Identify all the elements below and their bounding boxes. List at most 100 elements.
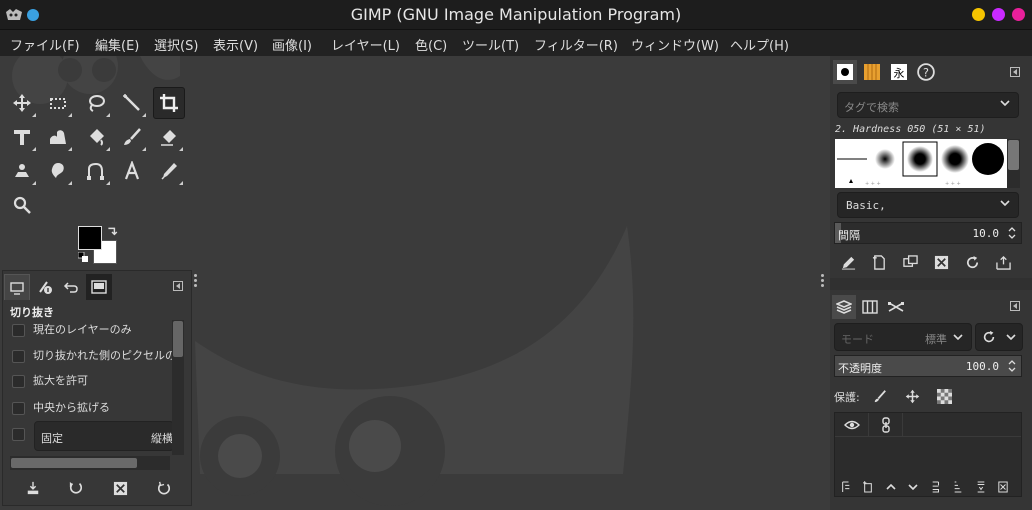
duplicate-layer-button[interactable] — [926, 477, 946, 497]
visibility-column[interactable] — [835, 413, 869, 437]
option-delete-cropped-pixels[interactable]: 切り抜かれた側のピクセルの — [12, 347, 176, 363]
menu-filters[interactable]: フィルター(R) — [534, 35, 618, 54]
menu-select[interactable]: 選択(S) — [154, 35, 198, 54]
lock-pixels-button[interactable] — [870, 386, 890, 406]
scrollbar-thumb[interactable] — [11, 458, 137, 468]
delete-options-button[interactable] — [109, 478, 131, 498]
checkbox[interactable] — [12, 401, 25, 415]
delete-brush-button[interactable] — [931, 252, 951, 272]
composite-mode-combo[interactable] — [975, 323, 1023, 351]
paths-tool[interactable] — [80, 155, 112, 187]
menu-color[interactable]: 色(C) — [415, 35, 447, 54]
spin-arrows-icon[interactable] — [1007, 358, 1017, 374]
open-as-image-button[interactable] — [993, 252, 1013, 272]
new-layer-button[interactable] — [858, 477, 878, 497]
fixed-checkbox[interactable] — [12, 428, 25, 441]
panel-resize-handle[interactable] — [821, 272, 825, 289]
menu-help[interactable]: ヘルプ(H) — [730, 35, 789, 54]
lower-layer-button[interactable] — [903, 477, 923, 497]
brush-grid[interactable]: + + + + + + — [835, 139, 1007, 188]
fuzzy-select-tool[interactable] — [116, 87, 148, 119]
restore-options-button[interactable] — [65, 478, 87, 498]
eraser-tool[interactable] — [153, 121, 185, 153]
option-allow-growing[interactable]: 拡大を許可 — [12, 372, 88, 388]
edit-brush-button[interactable] — [838, 252, 858, 272]
spin-arrows-icon[interactable] — [1007, 225, 1017, 241]
anchor-layer-button[interactable] — [948, 477, 968, 497]
layer-mode-combo[interactable]: モード 標準 — [834, 323, 972, 351]
menu-tools[interactable]: ツール(T) — [462, 35, 519, 54]
mode-value: 標準 — [925, 333, 947, 346]
tab-fonts[interactable]: 永 — [887, 60, 911, 84]
tab-images[interactable] — [86, 274, 112, 300]
menu-layer[interactable]: レイヤー(L) — [331, 35, 400, 54]
tab-paths[interactable] — [884, 295, 908, 319]
foreground-color[interactable] — [78, 226, 102, 250]
maximize-button[interactable] — [992, 8, 1005, 21]
fixed-aspect-combo[interactable]: 固定 縦横 — [34, 421, 174, 451]
panel-menu-icon[interactable] — [1010, 301, 1020, 311]
rect-select-tool[interactable] — [42, 87, 74, 119]
fg-bg-color-swatch[interactable] — [78, 226, 122, 266]
merge-layer-button[interactable] — [971, 477, 991, 497]
scrollbar-thumb[interactable] — [1008, 140, 1019, 170]
lock-alpha-button[interactable] — [934, 386, 954, 406]
brush-preset-combo[interactable]: Basic, — [837, 192, 1019, 218]
checkbox[interactable] — [12, 349, 25, 363]
menu-windows[interactable]: ウィンドウ(W) — [631, 35, 719, 54]
opacity-spinner[interactable]: 不透明度 100.0 — [834, 355, 1022, 377]
checkbox[interactable] — [12, 374, 25, 388]
tab-tool-options[interactable] — [4, 274, 30, 300]
brush-grid-scrollbar[interactable] — [1007, 139, 1020, 188]
tab-document-history[interactable]: ? — [914, 60, 938, 84]
menu-view[interactable]: 表示(V) — [213, 35, 258, 54]
move-tool[interactable] — [6, 87, 38, 119]
lock-position-button[interactable] — [902, 386, 922, 406]
reset-options-button[interactable] — [153, 478, 175, 498]
bucket-fill-tool[interactable] — [80, 121, 112, 153]
swap-colors-icon[interactable] — [106, 226, 118, 238]
scrollbar-thumb[interactable] — [173, 321, 183, 357]
tab-layers[interactable] — [832, 295, 856, 319]
raise-layer-button[interactable] — [881, 477, 901, 497]
menu-edit[interactable]: 編集(E) — [95, 35, 139, 54]
spacing-spinner[interactable]: 間隔 10.0 — [834, 222, 1022, 244]
tab-device-status[interactable] — [32, 274, 58, 300]
default-colors-icon[interactable] — [78, 252, 88, 262]
paintbrush-tool[interactable] — [116, 121, 148, 153]
dock-separator-handle[interactable] — [920, 282, 940, 297]
warp-tool[interactable] — [42, 121, 74, 153]
save-options-button[interactable] — [22, 478, 44, 498]
option-expand-from-center[interactable]: 中央から拡げる — [12, 399, 110, 415]
text-tool[interactable] — [116, 155, 148, 187]
refresh-brushes-button[interactable] — [962, 252, 982, 272]
checkbox[interactable] — [12, 323, 25, 337]
options-horizontal-scrollbar[interactable] — [10, 456, 170, 470]
panel-menu-icon[interactable] — [1010, 67, 1020, 77]
tab-undo-history[interactable] — [58, 274, 84, 300]
close-button[interactable] — [1012, 8, 1025, 21]
zoom-tool[interactable] — [6, 189, 38, 221]
link-column[interactable] — [869, 413, 903, 437]
minimize-button[interactable] — [972, 8, 985, 21]
menu-file[interactable]: ファイル(F) — [10, 35, 80, 54]
tab-brushes[interactable] — [833, 60, 857, 84]
menu-image[interactable]: 画像(I) — [272, 35, 312, 54]
duplicate-brush-button[interactable] — [900, 252, 920, 272]
options-vertical-scrollbar[interactable] — [172, 320, 184, 455]
tag-search-combo[interactable]: タグで検索 — [837, 92, 1019, 118]
tab-patterns[interactable] — [860, 60, 884, 84]
panel-resize-handle[interactable] — [194, 272, 198, 289]
tab-channels[interactable] — [858, 295, 882, 319]
panel-menu-icon[interactable] — [173, 281, 183, 291]
delete-layer-button[interactable] — [993, 477, 1013, 497]
lasso-tool[interactable] — [80, 87, 112, 119]
color-picker-tool[interactable] — [153, 155, 185, 187]
new-brush-button[interactable] — [869, 252, 889, 272]
new-layer-group-button[interactable] — [836, 477, 856, 497]
smudge-tool[interactable] — [42, 155, 74, 187]
transform-tool[interactable] — [6, 121, 38, 153]
clone-tool[interactable] — [6, 155, 38, 187]
crop-tool[interactable] — [153, 87, 185, 119]
option-current-layer-only[interactable]: 現在のレイヤーのみ — [12, 321, 132, 337]
